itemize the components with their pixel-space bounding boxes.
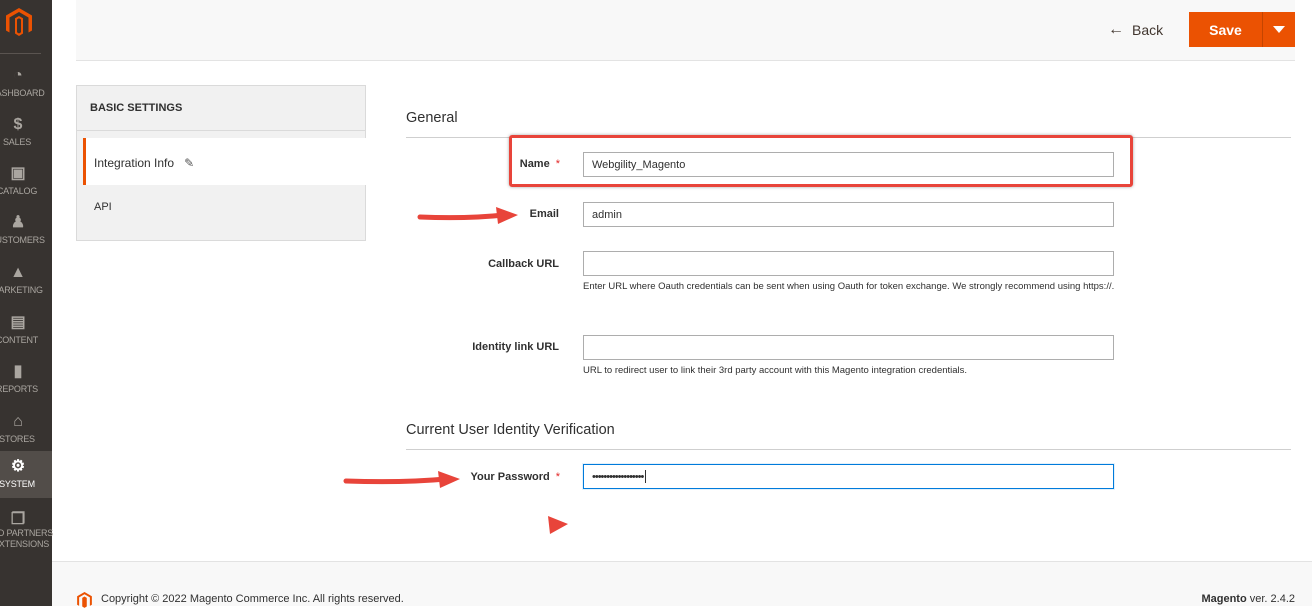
tab-api[interactable]: API	[94, 201, 112, 213]
password-input[interactable]: ••••••••••••••••••	[583, 464, 1114, 489]
menu-item-label: SALES	[2, 137, 32, 147]
menu-item-label: MARKETING	[0, 285, 43, 295]
identity-link-url-note: URL to redirect user to link their 3rd p…	[583, 365, 968, 376]
menu-item-marketing[interactable]: ▲ MARKETING	[0, 259, 52, 305]
menu-item-dashboard[interactable]: ◔ DASHBOARD	[0, 62, 52, 108]
megaphone-icon: ▲	[10, 264, 26, 281]
settings-tabs: BASIC SETTINGS Integration Info ✎ API	[76, 85, 366, 241]
menu-item-label-line2: & EXTENSIONS	[0, 539, 50, 549]
arrow-left-icon: ←	[1108, 21, 1124, 38]
back-button[interactable]: ← Back	[1108, 18, 1163, 42]
menu-item-reports[interactable]: ▮ REPORTS	[0, 358, 52, 404]
menu-item-content[interactable]: ▤ CONTENT	[0, 309, 52, 355]
menu-item-label: SYSTEM	[0, 479, 35, 489]
identity-link-url-input[interactable]	[583, 335, 1114, 360]
email-input[interactable]: admin	[583, 202, 1114, 227]
brand-name: Magento	[1201, 593, 1247, 605]
menu-item-customers[interactable]: ♟ CUSTOMERS	[0, 209, 52, 255]
bar-chart-icon: ▮	[13, 363, 23, 380]
magento-logo-icon[interactable]	[6, 8, 32, 38]
pencil-icon: ✎	[184, 156, 195, 170]
callback-url-label: Callback URL	[488, 258, 559, 270]
dashboard-icon: ◔	[13, 67, 23, 84]
section-divider	[406, 449, 1291, 450]
text-cursor	[645, 470, 647, 483]
menu-item-label: CATALOG	[0, 186, 38, 196]
menu-item-stores[interactable]: ⌂ STORES	[0, 408, 52, 454]
cube-icon: ▣	[10, 165, 26, 182]
section-title-general: General	[406, 110, 458, 126]
menu-item-label: DASHBOARD	[0, 88, 45, 98]
required-asterisk: *	[555, 471, 560, 483]
password-label-text: Your Password	[470, 471, 550, 483]
save-button[interactable]: Save	[1189, 12, 1262, 47]
menu-item-label: REPORTS	[0, 384, 38, 394]
dollar-icon: $	[13, 116, 23, 133]
copyright-text: Copyright © 2022 Magento Commerce Inc. A…	[101, 593, 404, 605]
menu-item-label: FIND PARTNERS	[0, 528, 54, 538]
tabs-title: BASIC SETTINGS	[77, 86, 365, 131]
menu-item-label: STORES	[0, 434, 35, 444]
menu-item-label: CUSTOMERS	[0, 235, 45, 245]
magento-logo-icon	[77, 592, 92, 608]
save-label: Save	[1209, 21, 1242, 38]
boxes-icon: ❐	[10, 511, 26, 528]
page-footer: Copyright © 2022 Magento Commerce Inc. A…	[52, 561, 1312, 608]
section-title-verification: Current User Identity Verification	[406, 422, 615, 438]
back-label: Back	[1132, 22, 1164, 38]
version-number: ver. 2.4.2	[1246, 593, 1295, 605]
admin-menu: ◔ DASHBOARD $ SALES ▣ CATALOG ♟ CUSTOMER…	[0, 0, 54, 606]
store-icon: ⌂	[13, 413, 23, 430]
menu-item-sales[interactable]: $ SALES	[0, 111, 52, 157]
annotation-arrow-password	[343, 471, 460, 488]
password-dots: ••••••••••••••••••	[592, 470, 644, 483]
callback-url-input[interactable]	[583, 251, 1114, 276]
menu-item-label: CONTENT	[0, 335, 39, 345]
caret-down-icon	[1273, 26, 1285, 33]
menu-item-catalog[interactable]: ▣ CATALOG	[0, 160, 52, 206]
version-text: Magento ver. 2.4.2	[1201, 593, 1295, 605]
person-icon: ♟	[10, 214, 26, 231]
tab-integration-info[interactable]: Integration Info ✎	[83, 138, 366, 185]
gear-icon: ⚙	[10, 458, 26, 475]
identity-link-url-label: Identity link URL	[472, 341, 559, 353]
annotation-highlight-box	[509, 135, 1133, 187]
annotation-arrow-email	[417, 207, 518, 224]
menu-divider	[0, 53, 41, 54]
callback-url-note: Enter URL where Oauth credentials can be…	[583, 281, 1115, 292]
menu-item-system[interactable]: ⚙ SYSTEM	[0, 451, 52, 498]
layout-icon: ▤	[10, 314, 26, 331]
save-dropdown-toggle[interactable]	[1262, 12, 1295, 47]
tab-label: Integration Info	[94, 156, 175, 170]
menu-item-partners[interactable]: ❐ FIND PARTNERS & EXTENSIONS	[0, 506, 54, 554]
annotation-arrowhead	[548, 516, 568, 534]
